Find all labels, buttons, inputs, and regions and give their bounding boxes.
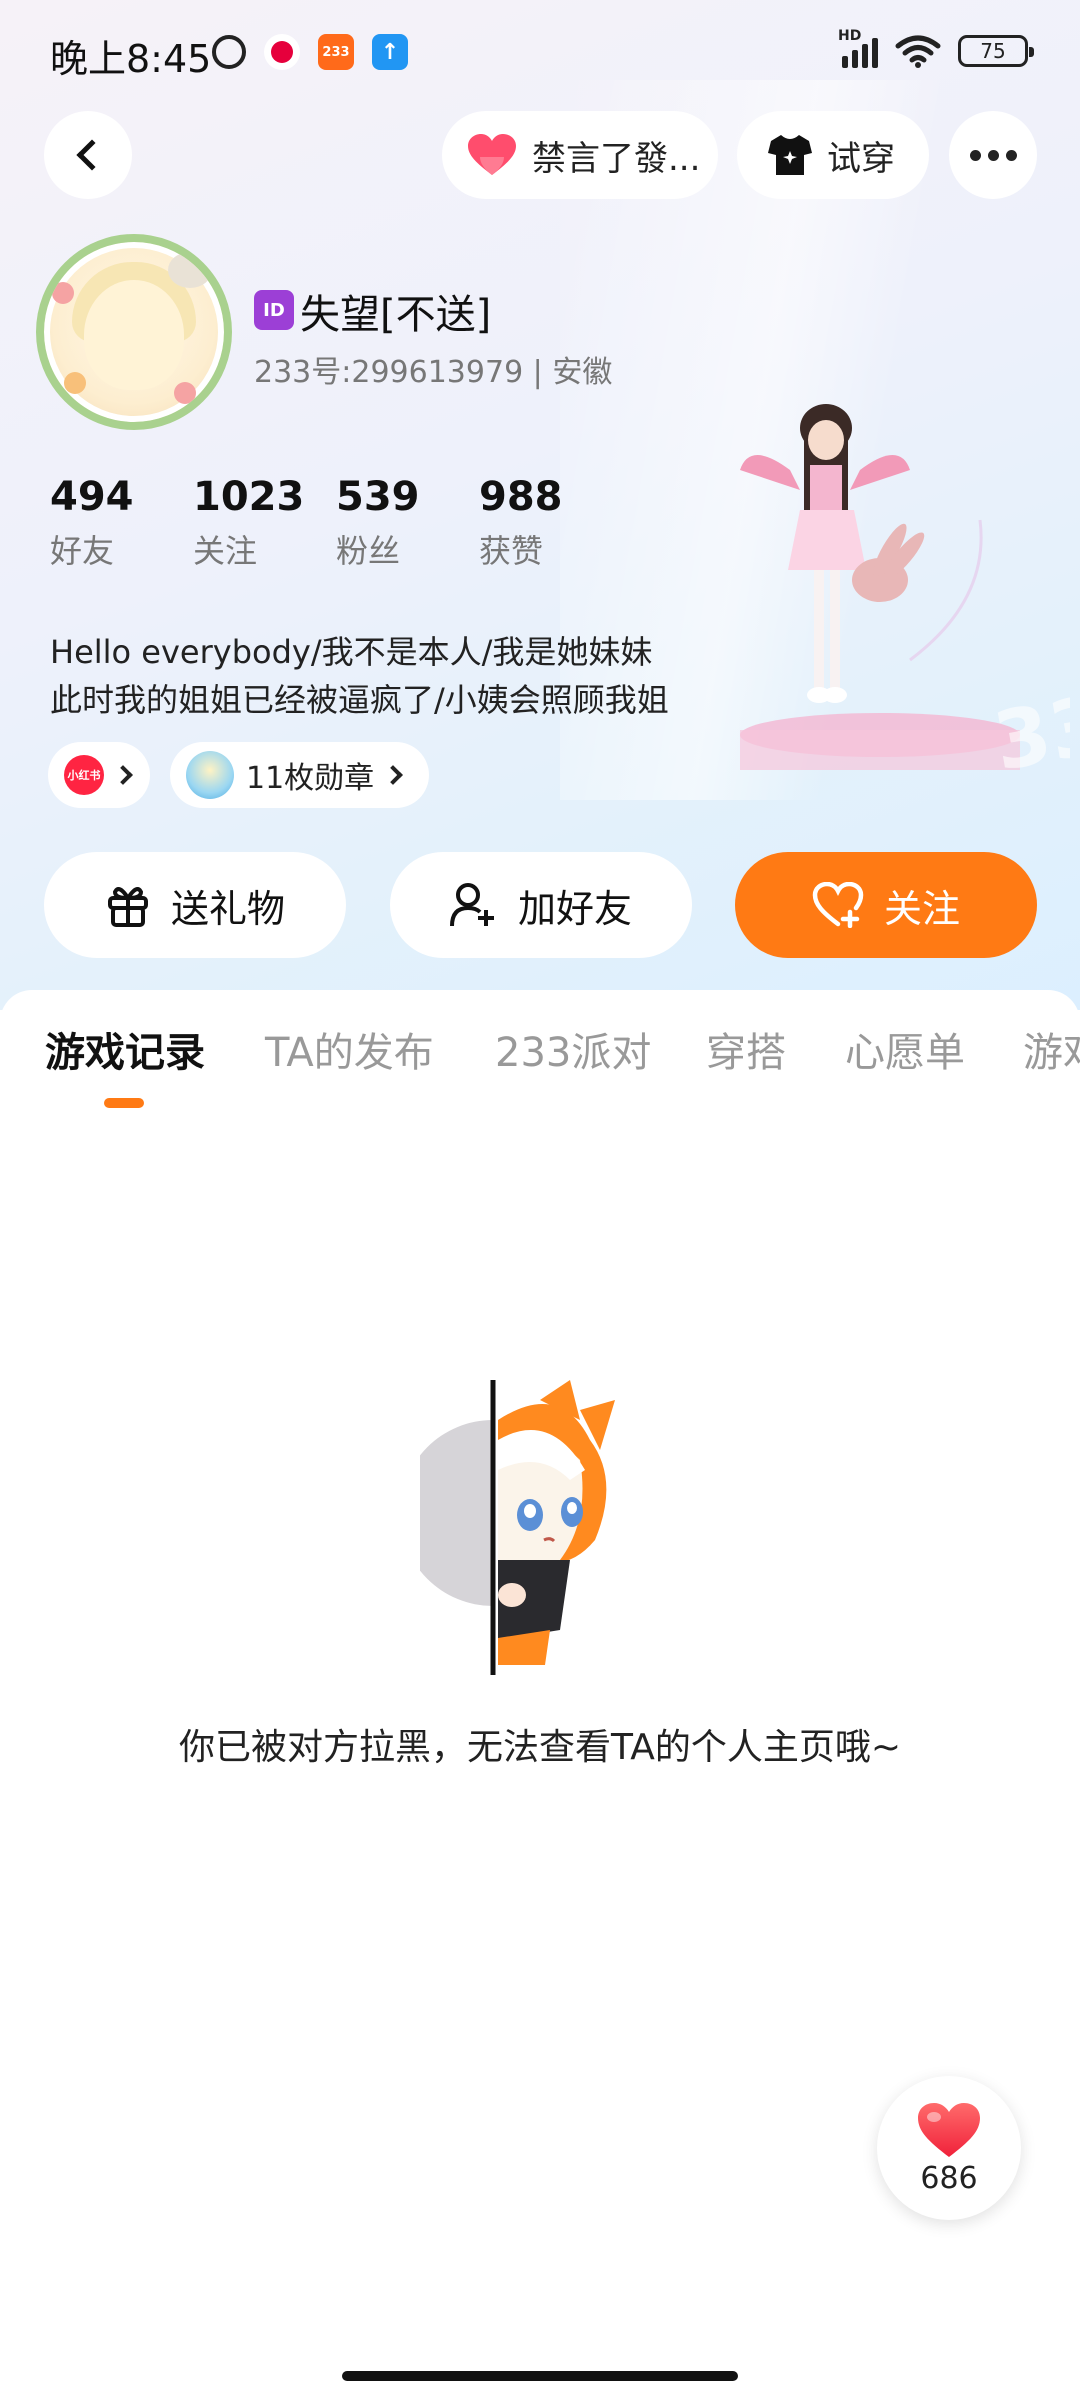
xiaohongshu-link[interactable]: 小红书 <box>48 742 150 808</box>
profile-tabs: 游戏记录 TA的发布 233派对 穿搭 心愿单 游戏 <box>0 1020 1080 1110</box>
more-options-button[interactable] <box>949 111 1037 199</box>
bio-line: 此时我的姐姐已经被逼疯了/小姨会照顾我姐 <box>50 681 669 719</box>
notification-icons: 233 ↑ <box>212 34 408 70</box>
username: 失望[不送] <box>300 292 492 338</box>
battery-icon: 75 <box>958 35 1034 67</box>
blocked-illustration <box>420 1380 615 1675</box>
like-count: 686 <box>920 2160 978 2196</box>
avatar[interactable] <box>36 234 232 430</box>
tab-outfits[interactable]: 穿搭 <box>706 1020 786 1078</box>
stat-friends[interactable]: 494 好友 <box>50 474 193 572</box>
mute-status-label: 禁言了發... <box>532 138 701 179</box>
try-on-button[interactable]: 试穿 <box>737 111 929 199</box>
upload-arrow-icon: ↑ <box>372 34 408 70</box>
more-dots-icon <box>969 149 981 161</box>
tab-posts[interactable]: TA的发布 <box>265 1020 434 1078</box>
wifi-icon <box>894 34 942 68</box>
status-time: 晚上8:45 <box>50 37 212 81</box>
profile-stats: 494 好友 1023 关注 539 粉丝 988 获赞 <box>50 474 622 572</box>
gift-icon <box>107 887 148 927</box>
shirt-icon <box>768 135 812 175</box>
id-badge-icon: ID <box>254 290 294 330</box>
cat-decoration <box>168 252 212 288</box>
add-user-icon <box>449 883 494 927</box>
alarm-icon <box>212 35 246 69</box>
home-indicator[interactable] <box>342 2371 738 2381</box>
blocked-message: 你已被对方拉黑，无法查看TA的个人主页哦~ <box>179 1727 901 1768</box>
tab-indicator <box>104 1098 144 1108</box>
like-float-button[interactable]: 686 <box>877 2076 1021 2220</box>
xiaohongshu-icon: 小红书 <box>64 755 104 795</box>
follow-button[interactable]: 关注 <box>735 852 1037 958</box>
music-app-icon <box>264 34 300 70</box>
tab-233-party[interactable]: 233派对 <box>495 1020 651 1078</box>
network-label: HD <box>838 28 862 44</box>
app-233-icon: 233 <box>318 34 354 70</box>
send-gift-button[interactable]: 送礼物 <box>44 852 346 958</box>
status-bar: 晚上8:45 233 ↑ HD 75 <box>0 0 1080 108</box>
add-friend-button[interactable]: 加好友 <box>390 852 692 958</box>
heart-icon <box>918 2102 980 2157</box>
tab-games[interactable]: 游戏 <box>1023 1020 1080 1078</box>
tab-wishlist[interactable]: 心愿单 <box>845 1020 965 1078</box>
chevron-right-icon <box>383 765 404 785</box>
heart-icon <box>466 133 518 177</box>
svg-text:33: 33 <box>987 678 1070 789</box>
heart-plus-icon <box>812 882 864 928</box>
medal-icon <box>186 751 234 799</box>
follow-label: 关注 <box>883 886 960 931</box>
stat-following[interactable]: 1023 关注 <box>193 474 336 572</box>
chevron-left-icon <box>76 139 108 171</box>
medals-link[interactable]: 11枚勋章 <box>170 742 429 808</box>
medals-label: 11枚勋章 <box>246 761 375 796</box>
chevron-right-icon <box>113 765 133 785</box>
back-button[interactable] <box>44 111 132 199</box>
system-icons: HD 75 <box>838 28 1034 68</box>
stat-followers[interactable]: 539 粉丝 <box>336 474 479 572</box>
mute-status-button[interactable]: 禁言了發... <box>442 111 718 199</box>
profile-bio: Hello everybody/我不是本人/我是她妹妹 此时我的姐姐已经被逼疯了… <box>50 628 730 724</box>
user-id-location: 233号:299613979 | 安徽 <box>254 355 613 390</box>
add-friend-label: 加好友 <box>517 886 632 931</box>
tab-game-records[interactable]: 游戏记录 <box>45 1020 205 1078</box>
signal-icon: HD <box>838 28 878 68</box>
bio-line: Hello everybody/我不是本人/我是她妹妹 <box>50 633 653 671</box>
try-on-label: 试穿 <box>827 138 895 179</box>
stat-likes[interactable]: 988 获赞 <box>479 474 622 572</box>
send-gift-label: 送礼物 <box>170 886 285 931</box>
avatar-3d-figure[interactable]: 33 <box>730 400 1070 800</box>
